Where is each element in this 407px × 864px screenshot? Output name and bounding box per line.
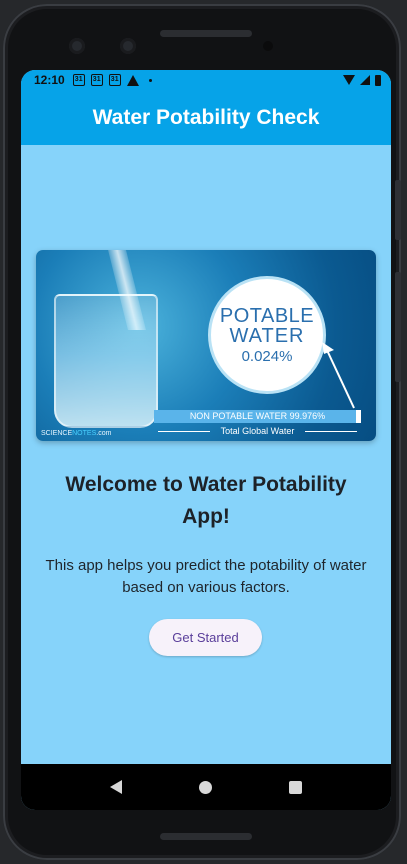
potable-water-banner-image: POTABLE WATER 0.024% NON POTABLE WATER 9… <box>36 250 376 441</box>
total-label: Total Global Water <box>220 426 295 436</box>
circle-percent: 0.024% <box>241 348 293 365</box>
arrow-icon <box>322 342 355 409</box>
water-glass-image <box>54 294 158 428</box>
logo-part: .com <box>96 430 112 437</box>
earpiece-speaker <box>160 30 252 37</box>
navigation-bar <box>21 764 391 810</box>
divider <box>305 431 357 432</box>
wifi-icon <box>343 75 355 85</box>
divider <box>158 431 210 432</box>
front-camera-icon <box>69 38 85 54</box>
logo-part: SCIENCE <box>41 430 73 437</box>
get-started-button[interactable]: Get Started <box>149 619 262 656</box>
app-description: This app helps you predict the potabilit… <box>45 557 367 596</box>
non-potable-bar: NON POTABLE WATER 99.976% <box>154 410 361 423</box>
screen: 12:10 31 31 31 Water Potability Check PO… <box>21 70 391 810</box>
status-time: 12:10 <box>34 73 65 87</box>
status-right <box>343 74 381 86</box>
calendar-icon: 31 <box>90 74 103 86</box>
total-water-label: Total Global Water <box>154 425 361 437</box>
home-icon[interactable] <box>198 780 212 794</box>
circle-line1: POTABLE <box>219 305 315 327</box>
battery-icon <box>375 74 381 86</box>
potable-water-circle: POTABLE WATER 0.024% <box>208 276 326 394</box>
status-bar: 12:10 31 31 31 <box>21 70 391 90</box>
main-content: POTABLE WATER 0.024% NON POTABLE WATER 9… <box>21 145 391 764</box>
non-potable-label: NON POTABLE WATER 99.976% <box>189 411 326 421</box>
power-button[interactable] <box>395 180 401 240</box>
circle-line2: WATER <box>229 325 305 347</box>
front-camera-icon <box>120 38 136 54</box>
app-title: Water Potability Check <box>92 105 320 129</box>
dot-icon <box>148 78 152 82</box>
welcome-heading: Welcome to Water Potability App! <box>65 473 347 528</box>
back-icon[interactable] <box>109 780 122 794</box>
phone-frame: 12:10 31 31 31 Water Potability Check PO… <box>3 4 401 860</box>
calendar-icon: 31 <box>72 74 85 86</box>
proximity-sensor <box>263 41 273 51</box>
signal-icon <box>360 75 370 85</box>
source-logo: SCIENCENOTES.com <box>41 430 111 437</box>
calendar-icon: 31 <box>108 74 121 86</box>
bottom-speaker <box>160 833 252 840</box>
volume-button[interactable] <box>395 272 401 382</box>
warning-icon <box>126 74 139 86</box>
recent-apps-icon[interactable] <box>289 780 303 794</box>
logo-part: NOTES <box>72 430 97 437</box>
potable-segment <box>356 410 361 423</box>
app-bar: Water Potability Check <box>21 90 391 145</box>
